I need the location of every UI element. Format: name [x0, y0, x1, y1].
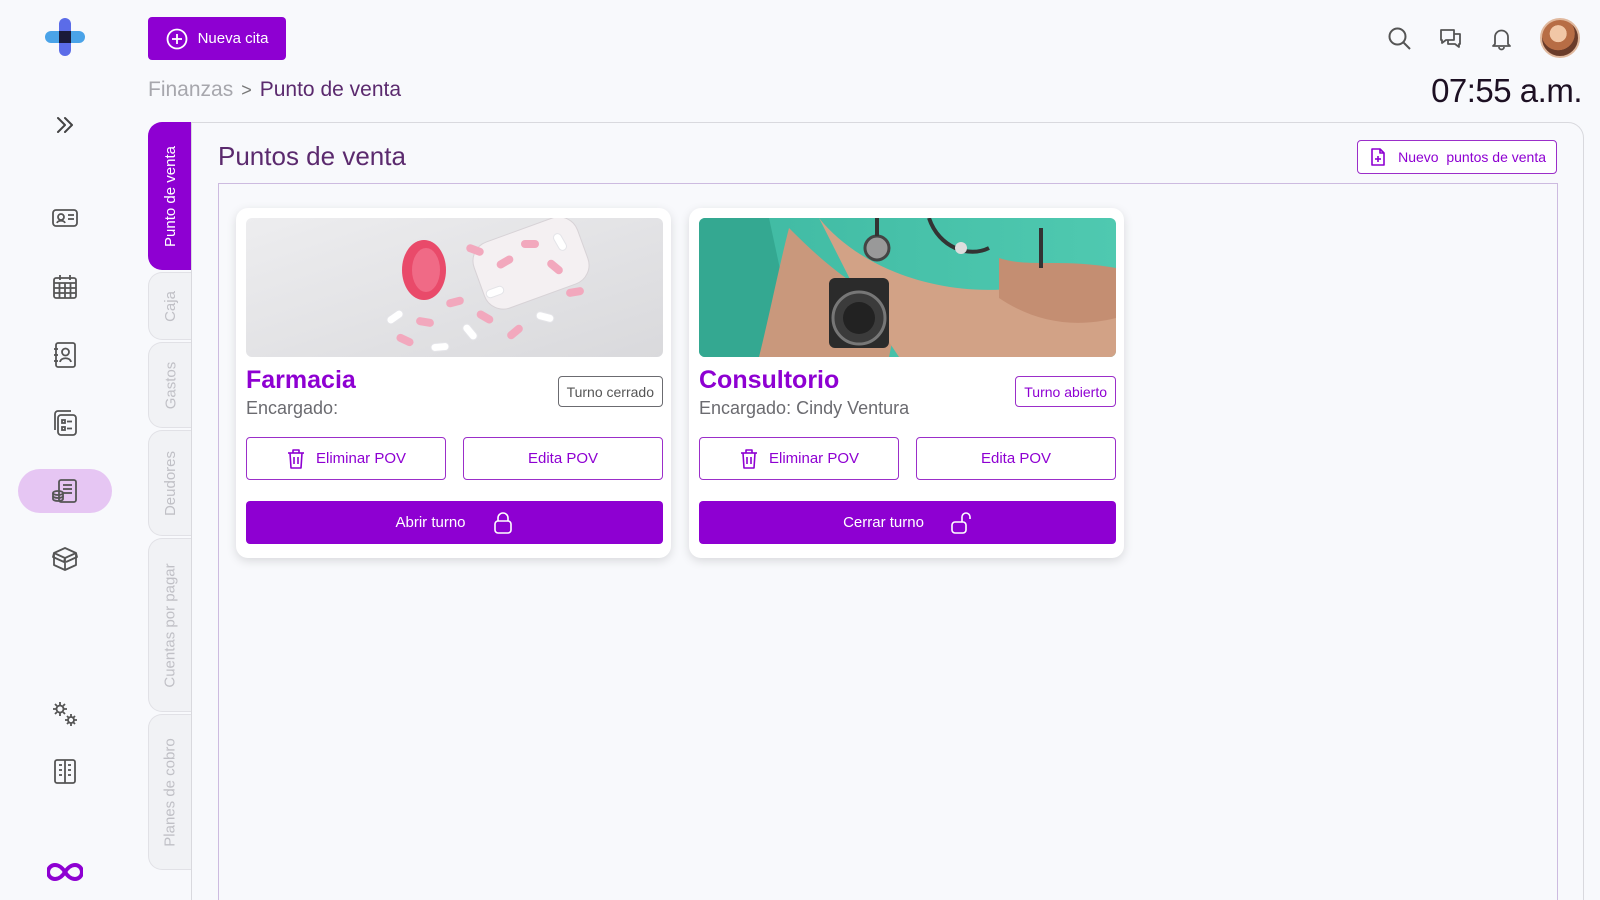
pov-card: Farmacia Encargado: Turno cerrado Elimin…: [236, 208, 671, 558]
delete-pov-label: Eliminar POV: [768, 450, 860, 467]
pov-image-pharmacy: [246, 218, 663, 357]
close-shift-button[interactable]: Cerrar turno: [699, 501, 1116, 544]
new-pov-button[interactable]: Nuevo puntos de venta: [1357, 140, 1557, 174]
clock: 07:55 a.m.: [1431, 72, 1582, 109]
breadcrumb: Finanzas > Punto de venta: [148, 78, 401, 102]
inventory-box-icon: [52, 547, 78, 571]
open-shift-label: Abrir turno: [395, 514, 466, 531]
settings-gears-icon: [53, 702, 77, 726]
nav-contacts[interactable]: [18, 333, 112, 377]
tab-planes-de-cobro[interactable]: Planes de cobro: [148, 714, 192, 870]
nav-records[interactable]: [18, 401, 112, 445]
records-icon: [54, 410, 77, 436]
pov-name: Farmacia: [246, 366, 356, 394]
tab-deudores[interactable]: Deudores: [148, 430, 192, 536]
main-panel: Puntos de venta Nuevo puntos de venta Fa…: [191, 122, 1584, 900]
tab-caja[interactable]: Caja: [148, 272, 192, 340]
delete-pov-label: Eliminar POV: [315, 450, 407, 467]
trash-icon: [740, 448, 757, 469]
expand-icon[interactable]: [52, 112, 78, 138]
pills-illustration: [246, 218, 663, 357]
avatar[interactable]: [1540, 18, 1580, 58]
page-title: Puntos de venta: [218, 141, 406, 171]
breadcrumb-separator: >: [241, 79, 252, 100]
tab-punto-de-venta[interactable]: Punto de venta: [148, 122, 192, 270]
status-badge: Turno cerrado: [557, 376, 663, 407]
plus-circle-icon: [166, 28, 187, 49]
edit-pov-label: Edita POV: [980, 450, 1052, 467]
contacts-icon: [54, 342, 76, 368]
tab-label: Planes de cobro: [162, 737, 179, 847]
tab-label: Caja: [161, 290, 179, 322]
bell-icon[interactable]: [1489, 26, 1514, 51]
brand-infinity-icon: [47, 862, 83, 882]
new-appointment-button[interactable]: Nueva cita: [148, 17, 286, 60]
pov-name: Consultorio: [699, 366, 840, 394]
pov-manager: Encargado: Cindy Ventura: [699, 398, 910, 418]
pov-manager: Encargado:: [246, 398, 339, 418]
lock-open-icon: [951, 511, 971, 534]
nav-finance[interactable]: [18, 469, 112, 513]
new-appointment-label: Nueva cita: [197, 30, 269, 47]
pov-list: Farmacia Encargado: Turno cerrado Elimin…: [218, 183, 1558, 900]
finance-icon: [52, 479, 77, 503]
lock-closed-icon: [493, 511, 512, 534]
search-icon[interactable]: [1387, 26, 1412, 51]
logo-cross-icon[interactable]: [45, 18, 85, 56]
trash-icon: [287, 448, 304, 469]
new-file-icon: [1371, 148, 1385, 166]
close-shift-label: Cerrar turno: [843, 514, 924, 531]
tab-label: Cuentas por pagar: [162, 562, 179, 688]
delete-pov-button[interactable]: Eliminar POV: [246, 437, 446, 480]
nav-clinic[interactable]: [18, 749, 112, 793]
calendar-icon: [53, 275, 77, 299]
tab-label: Punto de venta: [162, 145, 180, 247]
tab-gastos[interactable]: Gastos: [148, 342, 192, 428]
open-shift-button[interactable]: Abrir turno: [246, 501, 663, 544]
doctor-illustration: [699, 218, 1116, 357]
pov-image-doctor: [699, 218, 1116, 357]
breadcrumb-current: Punto de venta: [259, 78, 402, 101]
edit-pov-button[interactable]: Edita POV: [463, 437, 663, 480]
top-actions: [1387, 18, 1580, 58]
delete-pov-button[interactable]: Eliminar POV: [699, 437, 899, 480]
tab-cuentas-por-pagar[interactable]: Cuentas por pagar: [148, 538, 192, 712]
edit-pov-button[interactable]: Edita POV: [916, 437, 1116, 480]
breadcrumb-section[interactable]: Finanzas: [148, 78, 233, 102]
pov-card: Consultorio Encargado: Cindy Ventura Tur…: [689, 208, 1124, 558]
building-icon: [54, 759, 76, 784]
tab-label: Gastos: [162, 361, 179, 409]
nav-patients[interactable]: [18, 196, 112, 240]
status-badge: Turno abierto: [1015, 376, 1116, 407]
nav-calendar[interactable]: [18, 265, 112, 309]
sidebar-rail: [0, 0, 130, 900]
id-card-icon: [52, 209, 78, 227]
tab-label: Deudores: [162, 450, 180, 516]
nav-inventory[interactable]: [18, 537, 112, 581]
nav-settings[interactable]: [18, 692, 112, 736]
chat-icon[interactable]: [1438, 26, 1463, 51]
edit-pov-label: Edita POV: [527, 450, 599, 467]
new-pov-label: Nuevo puntos de venta: [1398, 149, 1546, 165]
